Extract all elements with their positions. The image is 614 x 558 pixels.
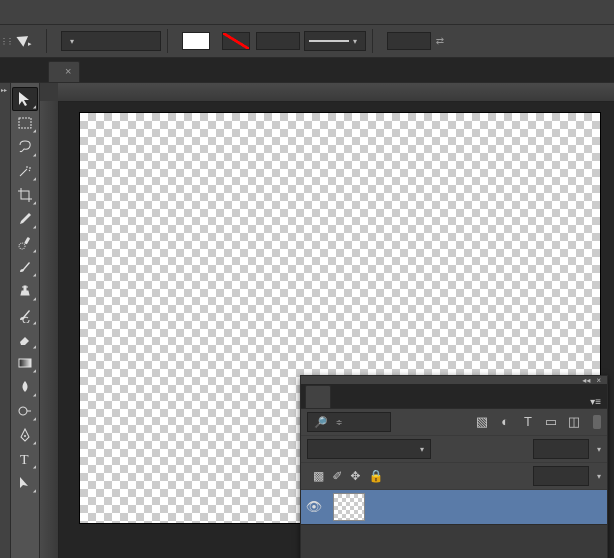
layers-panel[interactable]: ◂◂ × ▾≡ 🔎 ≑ ▧ ◐ T ▭ ◫ ▾	[300, 375, 608, 558]
eyedropper-tool[interactable]: ◢	[12, 207, 38, 231]
layer-row[interactable]: 👁	[301, 490, 607, 525]
lock-paint-icon[interactable]: ✐	[332, 469, 342, 483]
lock-all-icon[interactable]: 🔒	[368, 469, 383, 483]
lock-fill-row: ▩ ✐ ✥ 🔒 ▾	[301, 463, 607, 490]
crop-tool[interactable]: ◢	[12, 183, 38, 207]
lasso-tool[interactable]: ◢	[12, 135, 38, 159]
document-tab[interactable]: ×	[48, 61, 80, 82]
stroke-style-preview	[309, 40, 349, 42]
divider	[372, 29, 373, 53]
move-tool[interactable]: ◢	[12, 87, 38, 111]
visibility-eye-icon[interactable]: 👁	[301, 499, 327, 515]
filter-shape-icon[interactable]: ▭	[544, 414, 558, 430]
chevron-down-icon[interactable]: ▾	[597, 472, 601, 481]
left-gutter: ▸▸	[0, 83, 11, 558]
workspace: ▸▸ ◢ ◢ ◢ ◢ ◢ ◢ ◢ ◢ ◢ ◢ ◢ ◢ ◢ ◢ ◢ T◢ ◢	[0, 83, 614, 558]
history-brush-tool[interactable]: ◢	[12, 303, 38, 327]
panel-menu-icon[interactable]: ▾≡	[590, 397, 601, 408]
chevron-down-icon: ▾	[353, 37, 357, 46]
chevron-down-icon: ▾	[70, 37, 74, 46]
divider	[46, 29, 47, 53]
stroke-swatch[interactable]	[222, 32, 250, 50]
filter-adjust-icon[interactable]: ◐	[498, 414, 512, 430]
menu-bar	[0, 0, 614, 25]
lock-position-icon[interactable]: ✥	[350, 469, 360, 483]
vertical-ruler[interactable]	[40, 101, 59, 558]
eraser-tool[interactable]: ◢	[12, 327, 38, 351]
filter-type-dropdown[interactable]: 🔎 ≑	[307, 412, 391, 432]
select-layer-dropdown[interactable]: ▾	[61, 31, 161, 51]
type-tool[interactable]: T◢	[12, 447, 38, 471]
blur-tool[interactable]: ◢	[12, 375, 38, 399]
tab-layers[interactable]	[305, 385, 331, 408]
lock-transparency-icon[interactable]: ▩	[313, 469, 324, 483]
lock-icons: ▩ ✐ ✥ 🔒	[313, 469, 383, 483]
brush-tool[interactable]: ◢	[12, 255, 38, 279]
blend-opacity-row: ▾ ▾	[301, 436, 607, 463]
expand-panels-icon[interactable]: ▸▸	[1, 87, 7, 94]
dodge-tool[interactable]: ◢	[12, 399, 38, 423]
fill-opacity-field[interactable]	[533, 466, 589, 486]
search-icon: 🔎	[314, 416, 328, 429]
layer-list: 👁	[301, 490, 607, 558]
filter-type-icon[interactable]: T	[521, 414, 535, 430]
clone-stamp-tool[interactable]: ◢	[12, 279, 38, 303]
close-icon[interactable]: ×	[596, 376, 601, 385]
spot-healing-brush-tool[interactable]: ◢	[12, 231, 38, 255]
close-icon[interactable]: ×	[65, 66, 71, 78]
stroke-style-dropdown[interactable]: ▾	[304, 31, 366, 51]
pen-tool[interactable]: ◢	[12, 423, 38, 447]
tool-panel: ◢ ◢ ◢ ◢ ◢ ◢ ◢ ◢ ◢ ◢ ◢ ◢ ◢ ◢ ◢ T◢ ◢	[11, 83, 40, 558]
path-selection-tool[interactable]: ◢	[12, 471, 38, 495]
svg-text:T: T	[20, 453, 29, 467]
collapse-icon[interactable]: ◂◂	[582, 376, 590, 385]
width-field[interactable]	[387, 32, 431, 50]
rectangular-marquee-tool[interactable]: ◢	[12, 111, 38, 135]
options-grip-icon[interactable]: ⋮⋮	[0, 27, 12, 55]
move-tool-preset-icon[interactable]	[16, 31, 36, 51]
panel-tabs: ▾≡	[301, 384, 607, 409]
chevron-down-icon[interactable]: ▾	[597, 445, 601, 454]
link-icon[interactable]: ⇄	[431, 32, 449, 50]
options-bar: ⋮⋮ ▾ ▾ ⇄	[0, 25, 614, 58]
chevron-down-icon: ≑	[336, 418, 343, 427]
blend-mode-dropdown[interactable]: ▾	[307, 439, 431, 459]
opacity-field[interactable]	[533, 439, 589, 459]
horizontal-ruler[interactable]	[58, 83, 614, 102]
layer-filter-row: 🔎 ≑ ▧ ◐ T ▭ ◫	[301, 409, 607, 436]
chevron-down-icon: ▾	[420, 445, 424, 454]
filter-pixel-icon[interactable]: ▧	[475, 414, 489, 430]
fill-swatch[interactable]	[182, 32, 210, 50]
ruler-origin[interactable]	[40, 83, 59, 102]
stroke-width-field[interactable]	[256, 32, 300, 50]
divider	[167, 29, 168, 53]
gradient-tool[interactable]: ◢	[12, 351, 38, 375]
document-tab-bar: ×	[0, 58, 614, 83]
filter-icons: ▧ ◐ T ▭ ◫	[475, 414, 581, 430]
app-logo	[6, 2, 32, 22]
panel-grip[interactable]: ◂◂ ×	[301, 376, 607, 384]
layer-thumbnail[interactable]	[333, 493, 365, 521]
magic-wand-tool[interactable]: ◢	[12, 159, 38, 183]
filter-toggle[interactable]	[593, 415, 601, 429]
filter-smart-icon[interactable]: ◫	[567, 414, 581, 430]
